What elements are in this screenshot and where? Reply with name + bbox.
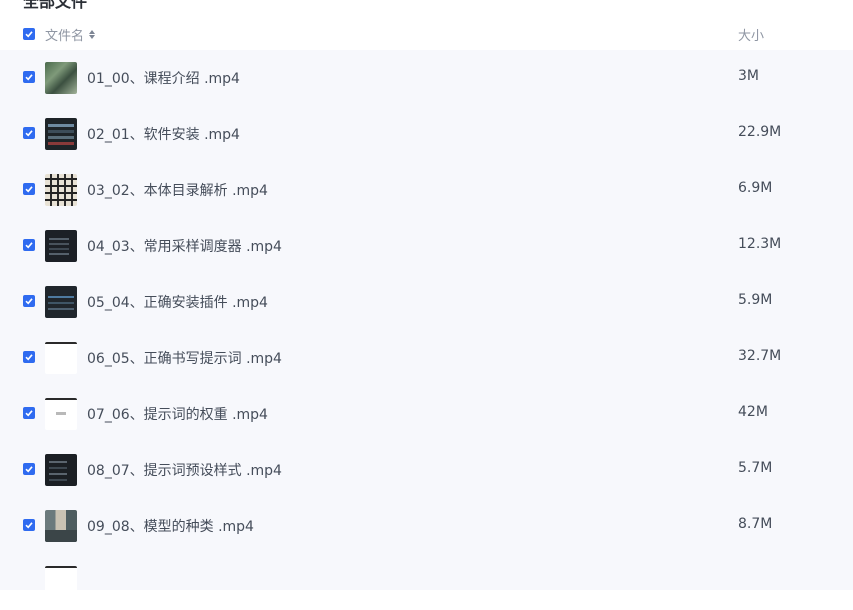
check-icon	[25, 466, 33, 473]
video-thumbnail	[45, 454, 77, 486]
section-title: 全部文件	[23, 0, 88, 11]
check-icon	[25, 74, 33, 81]
check-icon	[25, 31, 33, 38]
file-size: 5.9M	[738, 292, 773, 308]
check-icon	[25, 354, 33, 361]
sort-icon[interactable]	[89, 30, 96, 39]
name-column-header[interactable]: 文件名	[45, 25, 96, 44]
file-list: 01_00、课程介绍 .mp4 3M 02_01、软件安装 .mp4 22.9M…	[0, 50, 853, 598]
file-size: 5.7M	[738, 460, 773, 476]
check-icon	[25, 186, 33, 193]
video-thumbnail	[45, 510, 77, 542]
file-row[interactable]: 07_06、提示词的权重 .mp4 42M	[0, 386, 853, 442]
check-icon	[25, 410, 33, 417]
row-checkbox[interactable]	[23, 127, 35, 139]
video-thumbnail	[45, 398, 77, 430]
file-row[interactable]: 05_04、正确安装插件 .mp4 5.9M	[0, 274, 853, 330]
video-thumbnail	[45, 230, 77, 262]
file-name[interactable]: 01_00、课程介绍 .mp4	[87, 68, 240, 88]
size-column-header[interactable]: 大小	[738, 25, 764, 44]
video-thumbnail	[45, 566, 77, 598]
file-row[interactable]	[0, 554, 853, 610]
file-name[interactable]: 09_08、模型的种类 .mp4	[87, 516, 254, 536]
check-icon	[25, 298, 33, 305]
file-name[interactable]: 07_06、提示词的权重 .mp4	[87, 404, 268, 424]
check-icon	[25, 130, 33, 137]
select-all-checkbox[interactable]	[23, 28, 35, 40]
file-size: 42M	[738, 404, 768, 420]
file-name[interactable]: 04_03、常用采样调度器 .mp4	[87, 236, 282, 256]
file-row[interactable]: 02_01、软件安装 .mp4 22.9M	[0, 106, 853, 162]
row-checkbox[interactable]	[23, 239, 35, 251]
video-thumbnail	[45, 174, 77, 206]
file-name[interactable]: 02_01、软件安装 .mp4	[87, 124, 240, 144]
file-row[interactable]: 09_08、模型的种类 .mp4 8.7M	[0, 498, 853, 554]
file-list-header: 文件名 大小	[0, 22, 853, 46]
file-row[interactable]: 04_03、常用采样调度器 .mp4 12.3M	[0, 218, 853, 274]
video-thumbnail	[45, 118, 77, 150]
file-name[interactable]: 03_02、本体目录解析 .mp4	[87, 180, 268, 200]
row-checkbox[interactable]	[23, 519, 35, 531]
video-thumbnail	[45, 62, 77, 94]
video-thumbnail	[45, 342, 77, 374]
file-size: 6.9M	[738, 180, 773, 196]
file-size: 3M	[738, 68, 759, 84]
check-icon	[25, 522, 33, 529]
file-row[interactable]: 08_07、提示词预设样式 .mp4 5.7M	[0, 442, 853, 498]
file-size: 8.7M	[738, 516, 773, 532]
name-column-label: 文件名	[45, 29, 85, 44]
row-checkbox[interactable]	[23, 463, 35, 475]
file-size: 32.7M	[738, 348, 782, 364]
row-checkbox[interactable]	[23, 71, 35, 83]
row-checkbox[interactable]	[23, 183, 35, 195]
row-checkbox[interactable]	[23, 351, 35, 363]
file-size: 22.9M	[738, 124, 782, 140]
file-row[interactable]: 01_00、课程介绍 .mp4 3M	[0, 50, 853, 106]
file-name[interactable]: 05_04、正确安装插件 .mp4	[87, 292, 268, 312]
file-size: 12.3M	[738, 236, 782, 252]
file-name[interactable]: 06_05、正确书写提示词 .mp4	[87, 348, 282, 368]
file-name[interactable]: 08_07、提示词预设样式 .mp4	[87, 460, 282, 480]
file-row[interactable]: 06_05、正确书写提示词 .mp4 32.7M	[0, 330, 853, 386]
video-thumbnail	[45, 286, 77, 318]
row-checkbox[interactable]	[23, 295, 35, 307]
file-row[interactable]: 03_02、本体目录解析 .mp4 6.9M	[0, 162, 853, 218]
check-icon	[25, 242, 33, 249]
row-checkbox[interactable]	[23, 407, 35, 419]
